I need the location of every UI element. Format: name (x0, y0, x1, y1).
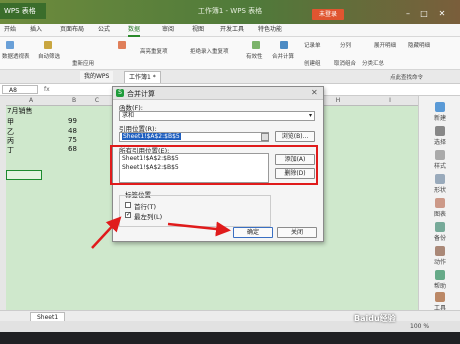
arrow-to-ok (167, 221, 231, 237)
arrow-to-checkbox (91, 216, 122, 249)
monitor-bezel (0, 332, 460, 344)
annotation-arrows (91, 216, 231, 249)
screen: WPS 表格 工作簿1 - WPS 表格 未登录 – □ ✕ 开始 插入 页面布… (0, 0, 460, 332)
watermark: Baidu经验 (354, 314, 396, 323)
